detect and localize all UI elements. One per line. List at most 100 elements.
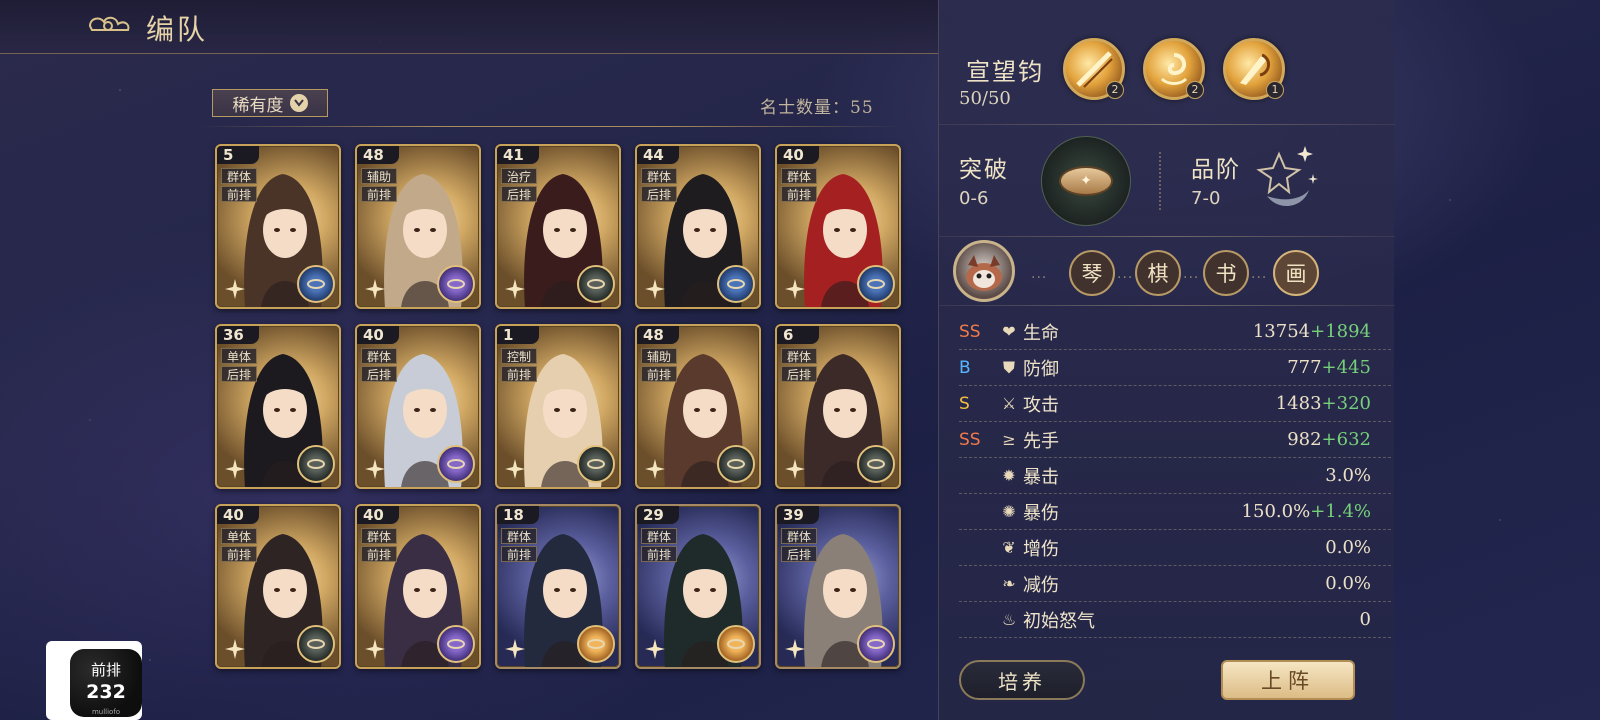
connector-dots: ···	[1183, 270, 1200, 286]
card-position-tag: 前排	[501, 366, 537, 382]
floating-overlay-widget[interactable]: 前排 232 mulliofo	[46, 641, 142, 720]
sparkle-icon	[225, 459, 245, 479]
character-card[interactable]: 44 群体 后排	[635, 144, 761, 309]
train-button[interactable]: 培养	[959, 660, 1085, 700]
sword-icon: ⚔	[1001, 394, 1017, 413]
stat-name: 生命	[1023, 322, 1059, 344]
card-role-tag: 群体	[781, 348, 817, 364]
element-badge-icon	[857, 445, 895, 483]
stat-base-value: 0	[1359, 609, 1371, 630]
element-badge-icon	[577, 625, 615, 663]
element-badge-icon	[297, 625, 335, 663]
card-level: 29	[637, 506, 679, 524]
stat-base-value: 150.0%	[1241, 501, 1311, 522]
stat-value: 777+445	[1287, 357, 1371, 378]
art-qi-button[interactable]: 棋	[1135, 250, 1181, 296]
stat-grade: B	[959, 357, 971, 378]
chevron-down-icon	[289, 94, 308, 112]
stat-bonus-value: +445	[1321, 357, 1371, 378]
card-level: 6	[777, 326, 819, 344]
rank-moon-fish-icon[interactable]	[1249, 134, 1329, 224]
sparkle-icon	[785, 639, 805, 659]
skill-level: 1	[1266, 81, 1284, 99]
stat-base-value: 1483	[1275, 393, 1322, 414]
card-position-tag: 后排	[361, 366, 397, 382]
stat-value: 0.0%	[1325, 537, 1371, 558]
stat-row: ✹ 暴击 3.0%	[959, 458, 1391, 494]
character-card[interactable]: 39 群体 后排	[775, 504, 901, 669]
art-shu-button[interactable]: 书	[1203, 250, 1249, 296]
floating-widget-value: 232	[86, 681, 126, 703]
art-qin-button[interactable]: 琴	[1069, 250, 1115, 296]
art-hua-button[interactable]: 画	[1273, 250, 1319, 296]
sparkle-icon	[365, 279, 385, 299]
card-position-tag: 后排	[641, 186, 677, 202]
stat-base-value: 982	[1287, 429, 1322, 450]
character-card[interactable]: 5 群体 前排	[215, 144, 341, 309]
card-level: 44	[637, 146, 679, 164]
stat-name: 减伤	[1023, 574, 1059, 596]
character-card[interactable]: 36 单体 后排	[215, 324, 341, 489]
character-card[interactable]: 40 单体 前排	[215, 504, 341, 669]
connector-dots: ···	[1251, 270, 1268, 286]
sparkle-icon	[645, 279, 665, 299]
crit-icon: ✹	[1002, 466, 1016, 485]
stat-row: B ⛊ 防御 777+445	[959, 350, 1391, 386]
card-level: 18	[497, 506, 539, 524]
card-level: 40	[357, 506, 399, 524]
pet-avatar[interactable]	[953, 240, 1015, 302]
page-title: 编队	[146, 13, 209, 46]
character-card[interactable]: 29 群体 前排	[635, 504, 761, 669]
card-position-tag: 后排	[501, 186, 537, 202]
heart-icon: ❤	[1002, 322, 1016, 341]
card-position-tag: 前排	[501, 546, 537, 562]
stat-bonus-value: +1.4%	[1310, 501, 1371, 522]
stat-base-value: 13754	[1252, 321, 1311, 342]
character-card[interactable]: 48 辅助 前排	[635, 324, 761, 489]
stat-value: 982+632	[1287, 429, 1371, 450]
strike-skill-icon[interactable]: 1	[1223, 38, 1285, 100]
character-card[interactable]: 40 群体 前排	[775, 144, 901, 309]
stat-row: ✺ 暴伤 150.0%+1.4%	[959, 494, 1391, 530]
breakthrough-item-icon[interactable]: ✦	[1041, 136, 1131, 226]
element-badge-icon	[437, 625, 475, 663]
shield-icon: ⛊	[1002, 357, 1015, 377]
card-level: 40	[217, 506, 259, 524]
stat-base-value: 777	[1287, 357, 1322, 378]
slash-skill-icon[interactable]: 2	[1063, 38, 1125, 100]
card-position-tag: 前排	[641, 366, 677, 382]
damage-reduction-icon: ❧	[1002, 574, 1016, 593]
swirl-skill-icon[interactable]: 2	[1143, 38, 1205, 100]
element-badge-icon	[717, 265, 755, 303]
character-card[interactable]: 18 群体 前排	[495, 504, 621, 669]
stat-name: 暴击	[1023, 466, 1059, 488]
rarity-filter-dropdown[interactable]: 稀有度	[212, 89, 328, 117]
character-card[interactable]: 6 群体 后排	[775, 324, 901, 489]
divider	[939, 236, 1395, 237]
hero-name: 宣望钧	[966, 58, 1044, 86]
card-role-tag: 群体	[221, 168, 257, 184]
sparkle-icon	[225, 639, 245, 659]
element-badge-icon	[857, 265, 895, 303]
stat-row: SS ≥ 先手 982+632	[959, 422, 1391, 458]
card-position-tag: 前排	[221, 186, 257, 202]
character-card[interactable]: 41 治疗 后排	[495, 144, 621, 309]
floating-widget-footer: mulliofo	[91, 708, 121, 716]
character-card[interactable]: 48 辅助 前排	[355, 144, 481, 309]
stat-base-value: 0.0%	[1325, 537, 1371, 558]
skill-level: 2	[1106, 81, 1124, 99]
card-position-tag: 前排	[641, 546, 677, 562]
deploy-button[interactable]: 上阵	[1221, 660, 1355, 700]
character-card[interactable]: 1 控制 前排	[495, 324, 621, 489]
rank-label: 品阶	[1191, 157, 1241, 183]
stat-row: S ⚔ 攻击 1483+320	[959, 386, 1391, 422]
hero-detail-panel: 宣望钧 50/50 2 2 1 突破 0-6 ✦ 品阶 7-0 ··· 琴 ··…	[938, 0, 1395, 720]
cloud-ornament-icon[interactable]	[86, 12, 132, 40]
card-level: 48	[637, 326, 679, 344]
character-card[interactable]: 40 群体 前排	[355, 504, 481, 669]
stat-value: 1483+320	[1276, 393, 1371, 414]
sparkle-icon	[505, 459, 525, 479]
character-card[interactable]: 40 群体 后排	[355, 324, 481, 489]
card-position-tag: 前排	[781, 186, 817, 202]
floating-widget-box[interactable]: 前排 232 mulliofo	[70, 649, 142, 717]
